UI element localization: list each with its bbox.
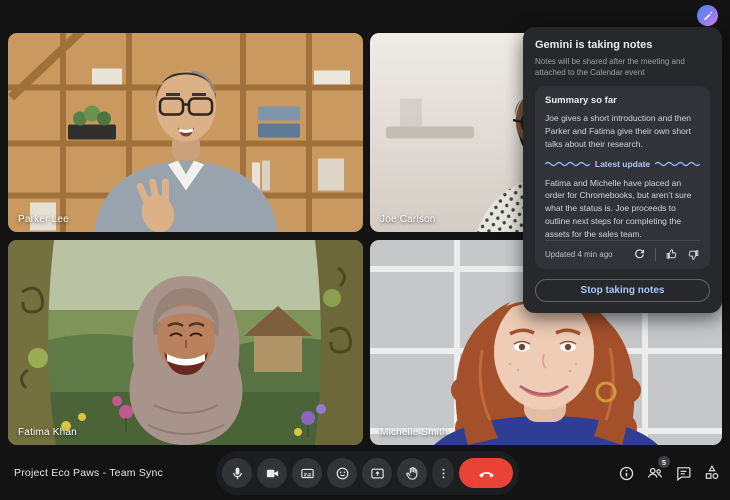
camera-icon xyxy=(265,466,280,481)
gemini-fab-button[interactable] xyxy=(697,5,718,26)
activities-button[interactable] xyxy=(703,464,721,482)
raise-hand-icon xyxy=(405,466,420,481)
panel-title: Gemini is taking notes xyxy=(535,39,710,51)
refresh-icon xyxy=(633,248,646,261)
gemini-pen-sparkle-icon xyxy=(701,9,714,22)
info-button[interactable] xyxy=(618,465,635,482)
panel-subtitle: Notes will be shared after the meeting a… xyxy=(535,56,710,78)
stop-taking-notes-button[interactable]: Stop taking notes xyxy=(535,279,710,302)
participant-video-fatima xyxy=(8,240,363,445)
meeting-title: Project Eco Paws - Team Sync xyxy=(14,445,163,500)
refresh-button[interactable] xyxy=(633,248,646,261)
participant-name-label: Joe Carlson xyxy=(380,214,436,225)
participant-name-label: Michelle Smith xyxy=(380,427,448,438)
latest-update-text: Fatima and Michelle have placed an order… xyxy=(545,177,700,241)
end-call-icon xyxy=(478,465,495,482)
chat-icon xyxy=(675,465,692,482)
microphone-button[interactable] xyxy=(222,458,252,488)
present-screen-button[interactable] xyxy=(362,458,392,488)
more-options-button[interactable] xyxy=(432,458,454,488)
microphone-icon xyxy=(230,466,245,481)
wave-divider-icon xyxy=(545,161,590,167)
footer-separator xyxy=(655,248,656,261)
thumb-up-icon xyxy=(665,248,678,261)
participant-name-label: Parker Lee xyxy=(18,214,69,225)
smiley-icon xyxy=(335,466,350,481)
meeting-info-controls: 5 xyxy=(618,451,721,495)
camera-button[interactable] xyxy=(257,458,287,488)
people-button[interactable]: 5 xyxy=(646,464,664,482)
gemini-notes-panel: Gemini is taking notes Notes will be sha… xyxy=(523,27,722,313)
reactions-button[interactable] xyxy=(327,458,357,488)
end-call-button[interactable] xyxy=(459,458,513,488)
updated-timestamp: Updated 4 min ago xyxy=(545,250,633,259)
participant-video-parker xyxy=(8,33,363,232)
latest-update-divider: Latest update xyxy=(545,159,700,169)
more-options-icon xyxy=(437,467,450,480)
participant-name-label: Fatima Khan xyxy=(18,427,77,438)
thumb-up-button[interactable] xyxy=(665,248,678,261)
latest-update-label: Latest update xyxy=(595,159,650,169)
bottom-bar: Project Eco Paws - Team Sync xyxy=(0,445,730,500)
video-tile-parker-lee[interactable]: Parker Lee xyxy=(8,33,363,232)
captions-icon xyxy=(300,466,315,481)
video-tile-fatima-khan[interactable]: Fatima Khan xyxy=(8,240,363,445)
raise-hand-button[interactable] xyxy=(397,458,427,488)
notes-summary-card: Summary so far Joe gives a short introdu… xyxy=(535,86,710,269)
participant-count-badge: 5 xyxy=(658,456,670,468)
thumb-down-button[interactable] xyxy=(687,248,700,261)
info-icon xyxy=(618,465,635,482)
call-controls xyxy=(216,451,519,495)
present-screen-icon xyxy=(370,466,385,481)
activities-icon xyxy=(703,464,721,482)
summary-title: Summary so far xyxy=(545,95,700,106)
summary-text: Joe gives a short introduction and then … xyxy=(545,112,700,150)
captions-button[interactable] xyxy=(292,458,322,488)
thumb-down-icon xyxy=(687,248,700,261)
meet-window: Parker Lee xyxy=(0,0,730,500)
wave-divider-icon xyxy=(655,161,700,167)
notes-footer: Updated 4 min ago xyxy=(545,240,700,261)
chat-button[interactable] xyxy=(675,465,692,482)
